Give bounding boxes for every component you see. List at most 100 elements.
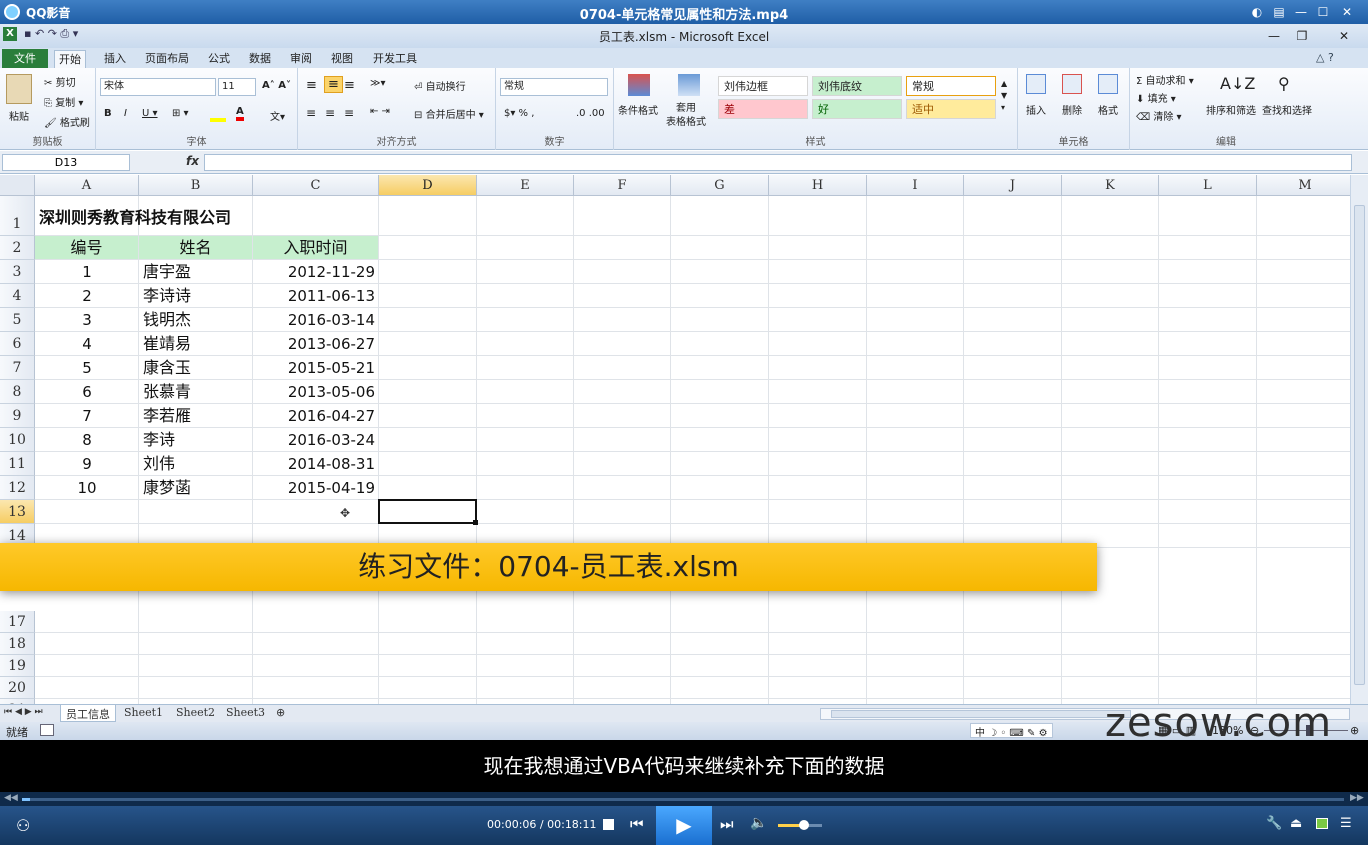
row-header-8[interactable]: 8 bbox=[0, 380, 35, 404]
style-liuwei-fill[interactable]: 刘伟底纹 bbox=[812, 76, 902, 96]
next-icon[interactable]: ⏭ bbox=[720, 815, 734, 833]
insert-cells-button[interactable]: 插入 bbox=[1026, 102, 1046, 117]
column-header-m[interactable]: M bbox=[1257, 175, 1350, 196]
sort-filter-button[interactable]: 排序和筛选 bbox=[1206, 102, 1256, 117]
phonetic-icon[interactable]: 文▾ bbox=[270, 108, 285, 123]
wrap-text-button[interactable]: ⏎ 自动换行 bbox=[414, 78, 466, 93]
cell-name[interactable]: 康含玉 bbox=[143, 356, 191, 380]
volume-knob[interactable] bbox=[799, 820, 810, 830]
maximize-icon[interactable]: ☐ bbox=[1314, 3, 1332, 21]
excel-minimize-icon[interactable]: — bbox=[1264, 26, 1284, 46]
style-liuwei-border[interactable]: 刘伟边框 bbox=[718, 76, 808, 96]
tab-file[interactable]: 文件 bbox=[2, 49, 48, 68]
row-header-1[interactable]: 1 bbox=[0, 196, 35, 236]
help-icon[interactable]: △ ? bbox=[1316, 51, 1334, 64]
table-format-icon[interactable] bbox=[678, 74, 700, 96]
row-header-3[interactable]: 3 bbox=[0, 260, 35, 284]
style-neutral[interactable]: 适中 bbox=[906, 99, 996, 119]
row-header-10[interactable]: 10 bbox=[0, 428, 35, 452]
select-all-corner[interactable] bbox=[0, 175, 35, 196]
header-cell[interactable]: 入职时间 bbox=[253, 236, 378, 259]
seek-back-icon[interactable]: ◀◀ bbox=[4, 793, 18, 803]
seek-forward-icon[interactable]: ▶▶ bbox=[1350, 793, 1364, 803]
italic-icon[interactable]: I bbox=[124, 108, 127, 119]
excel-close-icon[interactable]: ✕ bbox=[1334, 26, 1354, 46]
previous-icon[interactable]: ⏮ bbox=[630, 815, 644, 833]
binoculars-icon[interactable]: ⚲ bbox=[1278, 74, 1290, 93]
cell-id[interactable]: 1 bbox=[35, 260, 139, 284]
bold-icon[interactable]: B bbox=[104, 108, 112, 119]
cell-id[interactable]: 8 bbox=[35, 428, 139, 452]
cell-name[interactable]: 李诗诗 bbox=[143, 284, 191, 308]
clear-button[interactable]: ⌫ 清除 ▾ bbox=[1136, 108, 1182, 123]
player-title-bar[interactable]: QQ影音 0704-单元格常见属性和方法.mp4 ◐ ▤ — ☐ ✕ bbox=[0, 0, 1368, 24]
vertical-scrollbar[interactable] bbox=[1350, 175, 1368, 704]
currency-icon[interactable]: $▾ % , bbox=[504, 108, 534, 119]
excel-title-bar[interactable]: X ▪ ↶ ↷ ⎙ ▾ 员工表.xlsm - Microsoft Excel —… bbox=[0, 24, 1368, 48]
style-good[interactable]: 好 bbox=[812, 99, 902, 119]
header-cell[interactable]: 编号 bbox=[35, 236, 138, 259]
sheet-tab-sheet1[interactable]: Sheet1 bbox=[124, 706, 163, 719]
row-header-19[interactable]: 19 bbox=[0, 655, 35, 677]
insert-function-icon[interactable]: fx bbox=[186, 154, 199, 168]
font-color-icon[interactable]: A bbox=[236, 106, 244, 121]
horizontal-scroll-thumb[interactable] bbox=[831, 710, 1131, 718]
eject-icon[interactable]: ⏏ bbox=[1290, 816, 1302, 831]
fill-handle[interactable] bbox=[473, 520, 478, 525]
cell-id[interactable]: 9 bbox=[35, 452, 139, 476]
cut-button[interactable]: ✂ 剪切 bbox=[44, 74, 76, 89]
paste-icon[interactable] bbox=[6, 74, 32, 104]
tab-review[interactable]: 审阅 bbox=[286, 50, 316, 68]
column-header-h[interactable]: H bbox=[769, 175, 867, 196]
align-top-icon[interactable]: ≡ bbox=[306, 78, 317, 93]
tab-formulas[interactable]: 公式 bbox=[204, 50, 234, 68]
font-size-combo[interactable]: 11 bbox=[218, 78, 256, 96]
column-header-j[interactable]: J bbox=[964, 175, 1062, 196]
player-footprint-icon[interactable]: ⚇ bbox=[16, 816, 30, 835]
zoom-in-icon[interactable]: ⊕ bbox=[1350, 724, 1359, 737]
fill-button[interactable]: ⬇ 填充 ▾ bbox=[1136, 90, 1176, 105]
sort-filter-icon[interactable]: A↓Z bbox=[1220, 74, 1255, 93]
column-header-d[interactable]: D bbox=[379, 175, 477, 196]
menu-icon[interactable]: ▤ bbox=[1270, 3, 1288, 21]
column-header-c[interactable]: C bbox=[253, 175, 379, 196]
row-header-12[interactable]: 12 bbox=[0, 476, 35, 500]
cell-hire-date[interactable]: 2012-11-29 bbox=[253, 260, 375, 284]
seek-track[interactable] bbox=[22, 798, 1344, 801]
underline-icon[interactable]: U ▾ bbox=[142, 108, 158, 119]
cell-id[interactable]: 4 bbox=[35, 332, 139, 356]
cell-hire-date[interactable]: 2014-08-31 bbox=[253, 452, 375, 476]
cell-hire-date[interactable]: 2016-03-14 bbox=[253, 308, 375, 332]
cell-hire-date[interactable]: 2015-04-19 bbox=[253, 476, 375, 500]
align-right-icon[interactable]: ≡ bbox=[344, 106, 354, 120]
merge-center-button[interactable]: ⊟ 合并后居中 ▾ bbox=[414, 106, 484, 121]
row-header-2[interactable]: 2 bbox=[0, 236, 35, 260]
format-cells-icon[interactable] bbox=[1098, 74, 1118, 94]
tab-insert[interactable]: 插入 bbox=[100, 50, 130, 68]
volume-icon[interactable]: 🔈 bbox=[750, 815, 767, 831]
find-select-button[interactable]: 查找和选择 bbox=[1262, 102, 1312, 117]
minimize-icon[interactable]: — bbox=[1292, 3, 1310, 21]
row-header-7[interactable]: 7 bbox=[0, 356, 35, 380]
align-center-icon[interactable]: ≡ bbox=[325, 106, 335, 120]
screen-icon[interactable] bbox=[1316, 818, 1328, 829]
tab-page-layout[interactable]: 页面布局 bbox=[141, 50, 193, 68]
column-header-i[interactable]: I bbox=[867, 175, 964, 196]
tab-data[interactable]: 数据 bbox=[245, 50, 275, 68]
tab-developer[interactable]: 开发工具 bbox=[369, 50, 421, 68]
column-header-k[interactable]: K bbox=[1062, 175, 1159, 196]
sheet-tab-employee-info[interactable]: 员工信息 bbox=[60, 705, 116, 722]
fill-color-icon[interactable] bbox=[210, 108, 226, 122]
delete-cells-icon[interactable] bbox=[1062, 74, 1082, 94]
formula-input[interactable] bbox=[204, 154, 1352, 171]
copy-button[interactable]: ⎘ 复制 ▾ bbox=[44, 94, 83, 109]
cell-hire-date[interactable]: 2013-06-27 bbox=[253, 332, 375, 356]
format-painter-button[interactable]: 🖌 格式刷 bbox=[44, 114, 90, 129]
company-title-cell[interactable]: 深圳则秀教育科技有限公司 bbox=[39, 206, 231, 230]
stop-icon[interactable] bbox=[603, 819, 614, 830]
column-header-f[interactable]: F bbox=[574, 175, 671, 196]
cell-id[interactable]: 3 bbox=[35, 308, 139, 332]
cell-id[interactable]: 5 bbox=[35, 356, 139, 380]
vertical-scroll-thumb[interactable] bbox=[1354, 205, 1365, 685]
name-box[interactable]: D13 bbox=[2, 154, 130, 171]
